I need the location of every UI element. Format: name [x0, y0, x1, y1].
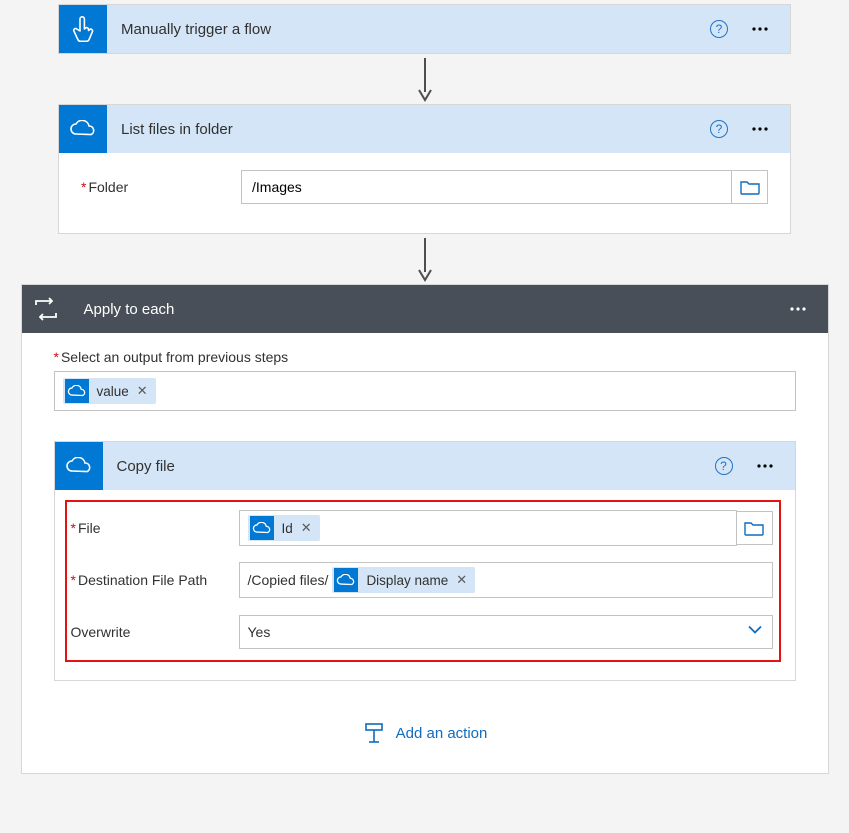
- select-output-input[interactable]: value ✕: [54, 371, 796, 411]
- list-files-title: List files in folder: [107, 121, 710, 138]
- overwrite-value: Yes: [248, 624, 271, 640]
- add-action-icon: [362, 721, 386, 745]
- list-files-header: List files in folder ?: [59, 105, 790, 153]
- folder-picker-button[interactable]: [732, 170, 768, 204]
- display-name-token: Display name ✕: [332, 567, 475, 593]
- value-token: value ✕: [63, 378, 156, 404]
- file-input[interactable]: Id ✕: [239, 510, 737, 546]
- help-icon[interactable]: ?: [710, 20, 728, 38]
- id-token: Id ✕: [248, 515, 320, 541]
- copy-file-title: Copy file: [103, 458, 715, 475]
- folder-label: *Folder: [81, 179, 241, 195]
- remove-token-icon[interactable]: ✕: [137, 383, 148, 399]
- more-menu-icon[interactable]: [746, 15, 774, 43]
- overwrite-label: Overwrite: [71, 624, 239, 640]
- onedrive-icon: [334, 568, 358, 592]
- chevron-down-icon: [746, 621, 764, 644]
- trigger-title: Manually trigger a flow: [107, 21, 710, 38]
- overwrite-dropdown[interactable]: Yes: [239, 615, 773, 649]
- help-icon[interactable]: ?: [710, 120, 728, 138]
- connector-arrow-icon: [0, 54, 849, 104]
- copy-file-header: Copy file ?: [55, 442, 795, 490]
- copy-file-step[interactable]: Copy file ? *File: [54, 441, 796, 681]
- connector-arrow-icon: [0, 234, 849, 284]
- folder-icon: [744, 520, 764, 536]
- apply-to-each-header: Apply to each: [22, 285, 828, 333]
- trigger-header: Manually trigger a flow ?: [59, 5, 790, 53]
- more-menu-icon[interactable]: [746, 115, 774, 143]
- onedrive-icon: [250, 516, 274, 540]
- apply-to-each-title: Apply to each: [70, 301, 784, 318]
- manual-trigger-icon: [59, 5, 107, 53]
- file-label: *File: [71, 520, 239, 536]
- folder-icon: [740, 179, 760, 195]
- list-files-step[interactable]: List files in folder ? *Folder: [58, 104, 791, 234]
- add-action-button[interactable]: Add an action: [54, 721, 796, 745]
- file-picker-button[interactable]: [737, 511, 773, 545]
- remove-token-icon[interactable]: ✕: [456, 572, 467, 588]
- loop-icon: [22, 285, 70, 333]
- more-menu-icon[interactable]: [751, 452, 779, 480]
- remove-token-icon[interactable]: ✕: [301, 520, 312, 536]
- trigger-step[interactable]: Manually trigger a flow ?: [58, 4, 791, 54]
- onedrive-icon: [55, 442, 103, 490]
- onedrive-icon: [59, 105, 107, 153]
- dest-path-prefix: /Copied files/: [248, 572, 329, 588]
- folder-input[interactable]: [241, 170, 732, 204]
- select-output-label: *Select an output from previous steps: [54, 349, 796, 365]
- help-icon[interactable]: ?: [715, 457, 733, 475]
- dest-path-input[interactable]: /Copied files/ Display name ✕: [239, 562, 773, 598]
- onedrive-icon: [65, 379, 89, 403]
- more-menu-icon[interactable]: [784, 295, 812, 323]
- highlight-box: *File Id ✕: [65, 500, 781, 662]
- add-action-label: Add an action: [396, 725, 488, 742]
- dest-path-label: *Destination File Path: [71, 572, 239, 588]
- apply-to-each-step[interactable]: Apply to each *Select an output from pre…: [21, 284, 829, 774]
